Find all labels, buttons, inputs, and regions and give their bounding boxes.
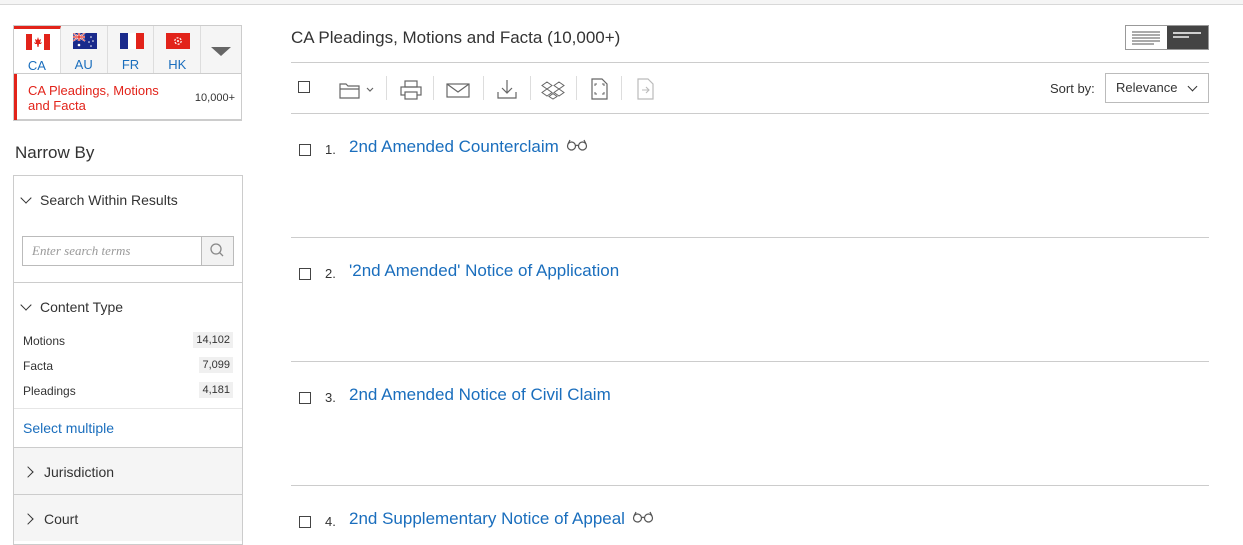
email-icon[interactable] (444, 76, 472, 102)
result-title-link[interactable]: 2nd Amended Notice of Civil Claim (349, 385, 611, 405)
search-within-label: Search Within Results (40, 192, 178, 208)
search-icon (210, 243, 224, 257)
narrow-by-heading: Narrow By (15, 143, 95, 162)
preview-glasses-icon[interactable] (566, 138, 588, 151)
compact-view-icon (1173, 32, 1201, 38)
select-multiple-link[interactable]: Select multiple (23, 420, 114, 436)
facet-item-label: Pleadings (23, 384, 76, 398)
select-all-checkbox[interactable] (298, 81, 310, 93)
result-checkbox[interactable] (299, 144, 311, 156)
toolbar-top-rule (291, 62, 1209, 63)
facet-divider (14, 408, 242, 409)
top-border (0, 0, 1243, 5)
more-jurisdictions-button[interactable] (201, 26, 241, 74)
result-title: 2nd Amended Counterclaim (349, 137, 559, 156)
jurisdiction-tabs: CA AU FR HK (13, 25, 242, 74)
tab-ca-label: CA (27, 58, 46, 73)
content-type-motions[interactable]: Motions 14,102 (23, 332, 233, 354)
chevron-down-icon (1187, 81, 1198, 92)
facet-item-count: 4,181 (199, 382, 233, 398)
facet-item-label: Facta (23, 359, 54, 373)
result-item: 3. 2nd Amended Notice of Civil Claim (291, 362, 1209, 486)
tab-au-label: AU (74, 57, 93, 72)
result-title: 2nd Supplementary Notice of Appeal (349, 509, 625, 528)
chevron-right-icon (22, 466, 34, 478)
court-toggle[interactable]: Court (22, 511, 79, 527)
result-title-link[interactable]: 2nd Supplementary Notice of Appeal (349, 509, 654, 529)
result-index: 2. (325, 266, 336, 281)
facet-divider (14, 282, 242, 283)
page-title: CA Pleadings, Motions and Facta (10,000+… (291, 28, 621, 47)
toolbar-separator (530, 76, 531, 100)
search-within-button[interactable] (201, 236, 234, 266)
result-item: 2. '2nd Amended' Notice of Application (291, 238, 1209, 362)
result-title-link[interactable]: 2nd Amended Counterclaim (349, 137, 588, 157)
view-toggle (1125, 25, 1209, 50)
content-type-pleadings[interactable]: Pleadings 4,181 (23, 382, 233, 404)
compact-view-button[interactable] (1167, 26, 1208, 49)
content-type-label: Content Type (40, 299, 124, 315)
result-title: 2nd Amended Notice of Civil Claim (349, 385, 611, 404)
canada-flag-icon (26, 34, 50, 50)
search-within-input[interactable]: Enter search terms (22, 236, 202, 266)
toolbar-separator (621, 76, 622, 100)
result-checkbox[interactable] (299, 392, 311, 404)
jurisdiction-toggle[interactable]: Jurisdiction (22, 464, 115, 480)
tab-fr[interactable]: FR (108, 26, 155, 74)
search-within-toggle[interactable]: Search Within Results (20, 192, 178, 208)
content-type-facta[interactable]: Facta 7,099 (23, 357, 233, 379)
dropbox-icon[interactable] (540, 76, 566, 102)
court-label: Court (44, 511, 79, 527)
jurisdiction-facet[interactable]: Jurisdiction (14, 448, 242, 494)
folder-icon[interactable] (336, 76, 380, 102)
result-title-link[interactable]: '2nd Amended' Notice of Application (349, 261, 619, 281)
toolbar-separator (483, 76, 484, 100)
source-count: 10,000+ (194, 92, 235, 104)
court-facet[interactable]: Court (14, 495, 242, 541)
content-type-toggle[interactable]: Content Type (20, 299, 124, 315)
tab-au[interactable]: AU (61, 26, 108, 74)
chevron-down-icon (20, 299, 32, 311)
print-icon[interactable] (398, 76, 424, 102)
full-document-icon[interactable] (586, 76, 612, 102)
export-document-icon[interactable] (632, 76, 658, 102)
jurisdiction-label: Jurisdiction (44, 464, 115, 480)
search-within-placeholder: Enter search terms (32, 243, 131, 258)
sort-label: Sort by: (1050, 81, 1095, 96)
selected-source[interactable]: CA Pleadings, Motions and Facta 10,000+ (13, 73, 242, 121)
facets-panel: Search Within Results Enter search terms… (13, 175, 243, 545)
caret-down-icon (211, 47, 232, 56)
toolbar-separator (433, 76, 434, 100)
facet-item-label: Motions (23, 334, 66, 348)
toolbar-separator (386, 76, 387, 100)
result-index: 1. (325, 142, 336, 157)
chevron-down-icon (20, 192, 32, 204)
chevron-right-icon (22, 513, 34, 525)
result-item: 1. 2nd Amended Counterclaim (291, 114, 1209, 238)
tab-fr-label: FR (121, 57, 140, 72)
list-view-button[interactable] (1126, 26, 1167, 49)
result-checkbox[interactable] (299, 268, 311, 280)
download-icon[interactable] (494, 76, 520, 102)
list-view-icon (1132, 31, 1160, 45)
sort-select[interactable]: Relevance (1105, 73, 1209, 103)
facet-item-count: 14,102 (193, 332, 233, 348)
toolbar-separator (576, 76, 577, 100)
result-checkbox[interactable] (299, 516, 311, 528)
result-title: '2nd Amended' Notice of Application (349, 261, 620, 280)
facet-item-count: 7,099 (199, 357, 233, 373)
source-active-bar (14, 74, 17, 120)
source-name: CA Pleadings, Motions and Facta (28, 83, 159, 113)
sort-value: Relevance (1116, 80, 1178, 95)
result-item: 4. 2nd Supplementary Notice of Appeal (291, 486, 1209, 533)
hong-kong-flag-icon (166, 33, 191, 49)
tab-hk-label: HK (168, 57, 187, 72)
tab-hk[interactable]: HK (154, 26, 202, 74)
preview-glasses-icon[interactable] (632, 510, 654, 523)
tab-ca[interactable]: CA (14, 26, 61, 74)
result-index: 4. (325, 514, 336, 529)
france-flag-icon (119, 33, 144, 49)
australia-flag-icon (72, 33, 97, 49)
result-index: 3. (325, 390, 336, 405)
